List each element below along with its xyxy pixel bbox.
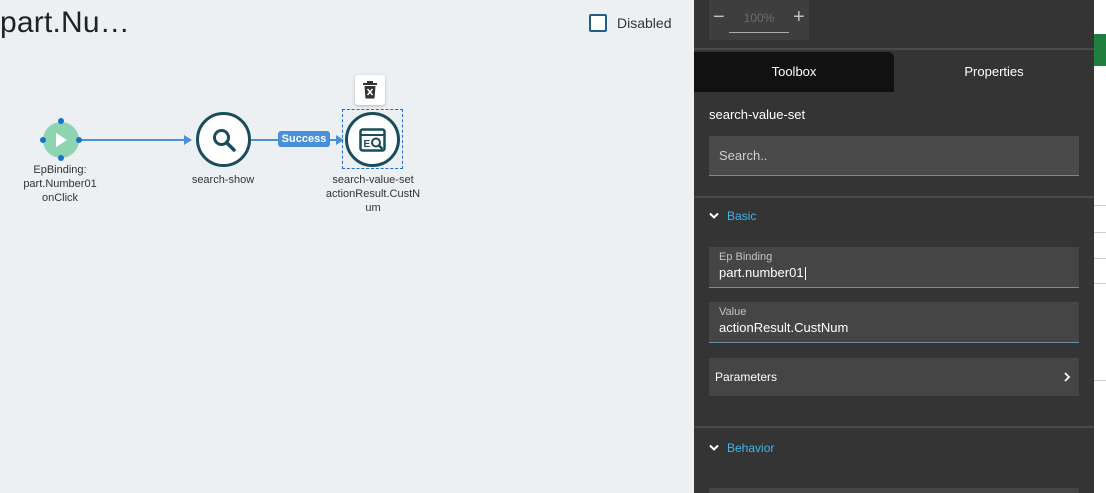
disabled-checkbox[interactable]: [589, 14, 607, 32]
trash-icon: [363, 81, 377, 99]
divider: [1094, 232, 1106, 233]
parameters-row[interactable]: Parameters: [709, 358, 1079, 396]
search-input[interactable]: [709, 136, 1079, 175]
search-icon: [212, 128, 236, 152]
tab-properties[interactable]: Properties: [894, 52, 1094, 92]
section-behavior-title: Behavior: [727, 441, 775, 455]
svg-text:E: E: [363, 139, 370, 150]
divider: [694, 426, 1094, 428]
text-cursor: [804, 267, 806, 281]
zoom-out-button[interactable]: −: [713, 6, 725, 29]
divider: [1094, 258, 1106, 259]
node-handle[interactable]: [58, 118, 64, 124]
ep-binding-field[interactable]: Ep Binding part.number01: [709, 247, 1079, 288]
properties-panel: − 100% + Toolbox Properties search-value…: [694, 0, 1094, 493]
parameters-label: Parameters: [715, 370, 778, 384]
ep-binding-label: Ep Binding: [719, 251, 773, 263]
section-behavior-header[interactable]: Behavior: [709, 441, 774, 455]
background-app-strip: [1094, 0, 1106, 493]
flow-canvas[interactable]: part.Nu… Disabled Success EpBinding: par…: [0, 0, 694, 493]
behavior-field[interactable]: [709, 488, 1079, 493]
edge-success-label[interactable]: Success: [278, 131, 330, 147]
start-node-label: EpBinding: part.Number01 onClick: [23, 164, 97, 204]
value-value[interactable]: actionResult.CustNum: [719, 319, 1069, 336]
chevron-right-icon: [1064, 372, 1071, 382]
play-icon: [56, 133, 67, 147]
search-field[interactable]: [709, 136, 1079, 176]
start-node[interactable]: [43, 122, 79, 158]
chevron-down-icon: [709, 444, 719, 451]
search-value-set-label: search-value-set actionResult.CustN um: [325, 174, 421, 214]
background-green-tab: [1094, 34, 1106, 66]
value-set-search-icon: E: [358, 127, 386, 152]
ep-binding-value[interactable]: part.number01: [719, 265, 804, 280]
zoom-level[interactable]: 100%: [729, 11, 789, 33]
zoom-control: − 100% +: [709, 0, 809, 40]
arrow-icon: [184, 135, 192, 145]
node-handle[interactable]: [76, 137, 82, 143]
node-handle[interactable]: [58, 155, 64, 161]
disabled-toggle[interactable]: Disabled: [589, 14, 671, 32]
section-basic-header[interactable]: Basic: [709, 209, 756, 223]
value-field[interactable]: Value actionResult.CustNum: [709, 302, 1079, 343]
edge-start-to-search: [79, 139, 185, 141]
value-label: Value: [719, 306, 747, 318]
search-show-label: search-show: [191, 174, 255, 186]
component-name: search-value-set: [709, 107, 806, 122]
disabled-label: Disabled: [617, 15, 672, 31]
divider: [694, 48, 1094, 50]
section-basic-title: Basic: [727, 209, 757, 223]
flow-title: part.Nu…: [0, 6, 130, 39]
search-show-node[interactable]: [196, 112, 251, 167]
divider: [1094, 205, 1106, 206]
divider: [694, 196, 1094, 198]
divider: [1094, 283, 1106, 284]
search-value-set-node[interactable]: E: [345, 112, 400, 167]
delete-node-button[interactable]: [355, 75, 385, 105]
tab-toolbox[interactable]: Toolbox: [694, 52, 894, 92]
chevron-down-icon: [709, 212, 719, 219]
divider: [1094, 380, 1106, 381]
zoom-in-button[interactable]: +: [793, 6, 805, 29]
node-handle[interactable]: [40, 137, 46, 143]
